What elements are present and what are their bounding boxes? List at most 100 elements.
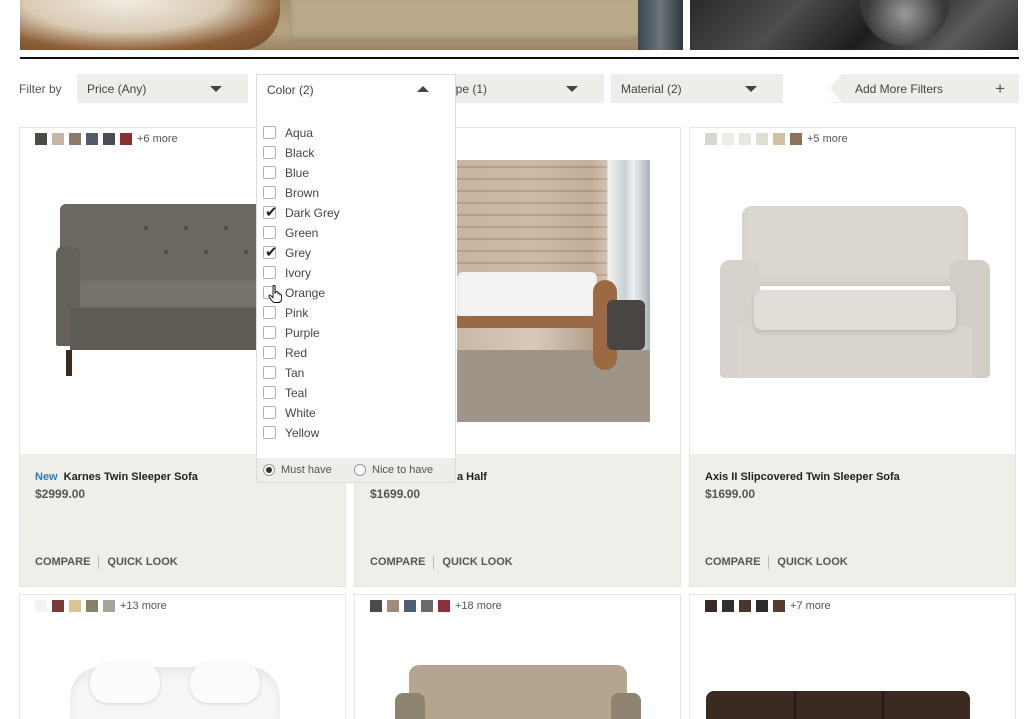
filter-price-dropdown[interactable]: Price (Any) [77, 74, 248, 103]
color-option-yellow[interactable]: Yellow [263, 423, 340, 443]
color-swatch[interactable] [705, 600, 717, 612]
color-swatch[interactable] [52, 600, 64, 612]
color-option-label: Orange [285, 286, 326, 300]
floor [457, 350, 650, 422]
more-colors-link[interactable]: +18 more [455, 600, 502, 612]
compare-button[interactable]: COMPARE [35, 556, 90, 569]
checkbox[interactable] [263, 346, 276, 359]
more-colors-link[interactable]: +6 more [137, 133, 178, 145]
filter-material-dropdown[interactable]: Material (2) [611, 74, 783, 103]
checkbox[interactable] [263, 266, 276, 279]
color-swatch[interactable] [86, 600, 98, 612]
color-swatch[interactable] [404, 600, 416, 612]
color-option-blue[interactable]: Blue [263, 163, 340, 183]
color-swatch[interactable] [756, 133, 768, 145]
product-card[interactable]: +7 more [689, 594, 1016, 719]
add-more-filters-button[interactable]: Add More Filters + [830, 74, 1019, 103]
filter-material-label: Material (2) [621, 82, 682, 96]
checkbox[interactable] [263, 146, 276, 159]
product-name[interactable]: a Half [457, 471, 487, 483]
checkbox[interactable] [263, 426, 276, 439]
color-swatch[interactable] [421, 600, 433, 612]
color-swatch[interactable] [103, 133, 115, 145]
color-option-white[interactable]: White [263, 403, 340, 423]
quick-look-button[interactable]: QUICK LOOK [442, 556, 512, 569]
quick-look-button[interactable]: QUICK LOOK [107, 556, 177, 569]
product-image[interactable] [395, 665, 641, 719]
tuft [204, 250, 208, 254]
color-swatch[interactable] [387, 600, 399, 612]
product-image[interactable] [706, 691, 970, 719]
color-swatch[interactable] [86, 133, 98, 145]
checkbox[interactable] [263, 386, 276, 399]
checkbox[interactable] [263, 186, 276, 199]
color-swatch[interactable] [739, 600, 751, 612]
product-image[interactable] [70, 663, 280, 719]
checkbox[interactable]: ✔ [263, 244, 278, 261]
color-option-grey[interactable]: ✔ Grey [263, 243, 340, 263]
checkbox[interactable] [263, 126, 276, 139]
compare-button[interactable]: COMPARE [705, 556, 760, 569]
product-image[interactable] [720, 206, 990, 378]
filter-color-dropdown[interactable]: Color (2) [256, 74, 456, 110]
color-swatch[interactable] [773, 600, 785, 612]
color-option-dark-grey[interactable]: ✔ Dark Grey [263, 203, 340, 223]
color-swatch[interactable] [69, 600, 81, 612]
color-option-teal[interactable]: Teal [263, 383, 340, 403]
quick-look-button[interactable]: QUICK LOOK [777, 556, 847, 569]
color-option-ivory[interactable]: Ivory [263, 263, 340, 283]
compare-button[interactable]: COMPARE [370, 556, 425, 569]
color-option-brown[interactable]: Brown [263, 183, 340, 203]
color-swatch[interactable] [35, 133, 47, 145]
must-have-radio[interactable]: Must have [263, 464, 332, 476]
color-option-aqua[interactable]: Aqua [263, 123, 340, 143]
checkbox[interactable] [263, 326, 276, 339]
checkbox[interactable] [263, 166, 276, 179]
sofa-leg [66, 350, 72, 376]
color-swatch[interactable] [790, 133, 802, 145]
product-card[interactable]: +13 more [19, 594, 346, 719]
sofa-skirt [738, 326, 972, 378]
color-option-purple[interactable]: Purple [263, 323, 340, 343]
color-option-pink[interactable]: Pink [263, 303, 340, 323]
color-option-black[interactable]: Black [263, 143, 340, 163]
color-option-label: Brown [285, 186, 320, 200]
checkbox[interactable] [263, 226, 276, 239]
color-swatch[interactable] [370, 600, 382, 612]
color-swatch[interactable] [739, 133, 751, 145]
nice-to-have-radio[interactable]: Nice to have [354, 464, 433, 476]
checkbox[interactable] [263, 366, 276, 379]
color-swatch[interactable] [722, 600, 734, 612]
color-option-label: Grey [285, 246, 312, 260]
color-option-red[interactable]: Red [263, 343, 340, 363]
color-swatch[interactable] [103, 600, 115, 612]
product-image[interactable] [457, 160, 650, 422]
color-option-tan[interactable]: Tan [263, 363, 340, 383]
color-swatch[interactable] [69, 133, 81, 145]
color-swatch[interactable] [773, 133, 785, 145]
color-swatch[interactable] [35, 600, 47, 612]
color-swatch[interactable] [438, 600, 450, 612]
checkbox[interactable]: ✔ [263, 204, 278, 221]
product-card[interactable]: +18 more [354, 594, 681, 719]
more-colors-link[interactable]: +7 more [790, 600, 831, 612]
product-actions: COMPARE QUICK LOOK [35, 556, 178, 569]
color-swatch[interactable] [120, 133, 132, 145]
color-option-green[interactable]: Green [263, 223, 340, 243]
color-swatch[interactable] [722, 133, 734, 145]
checkmark-icon: ✔ [265, 204, 278, 221]
filter-type-dropdown[interactable]: Type (1) [433, 74, 604, 103]
color-swatch[interactable] [52, 133, 64, 145]
checkbox[interactable] [263, 306, 276, 319]
color-option-label: Ivory [285, 266, 312, 280]
checkbox[interactable] [263, 406, 276, 419]
sofa-cushion-image [290, 0, 650, 42]
more-colors-link[interactable]: +13 more [120, 600, 167, 612]
product-name[interactable]: New Karnes Twin Sleeper Sofa [35, 471, 198, 483]
color-swatch[interactable] [705, 133, 717, 145]
more-colors-link[interactable]: +5 more [807, 133, 848, 145]
product-name[interactable]: Axis II Slipcovered Twin Sleeper Sofa [705, 471, 900, 483]
product-card[interactable]: +5 more Axis II Slipcovered Twin Sleeper… [689, 127, 1016, 587]
color-option-label: Aqua [285, 126, 314, 140]
color-swatch[interactable] [756, 600, 768, 612]
